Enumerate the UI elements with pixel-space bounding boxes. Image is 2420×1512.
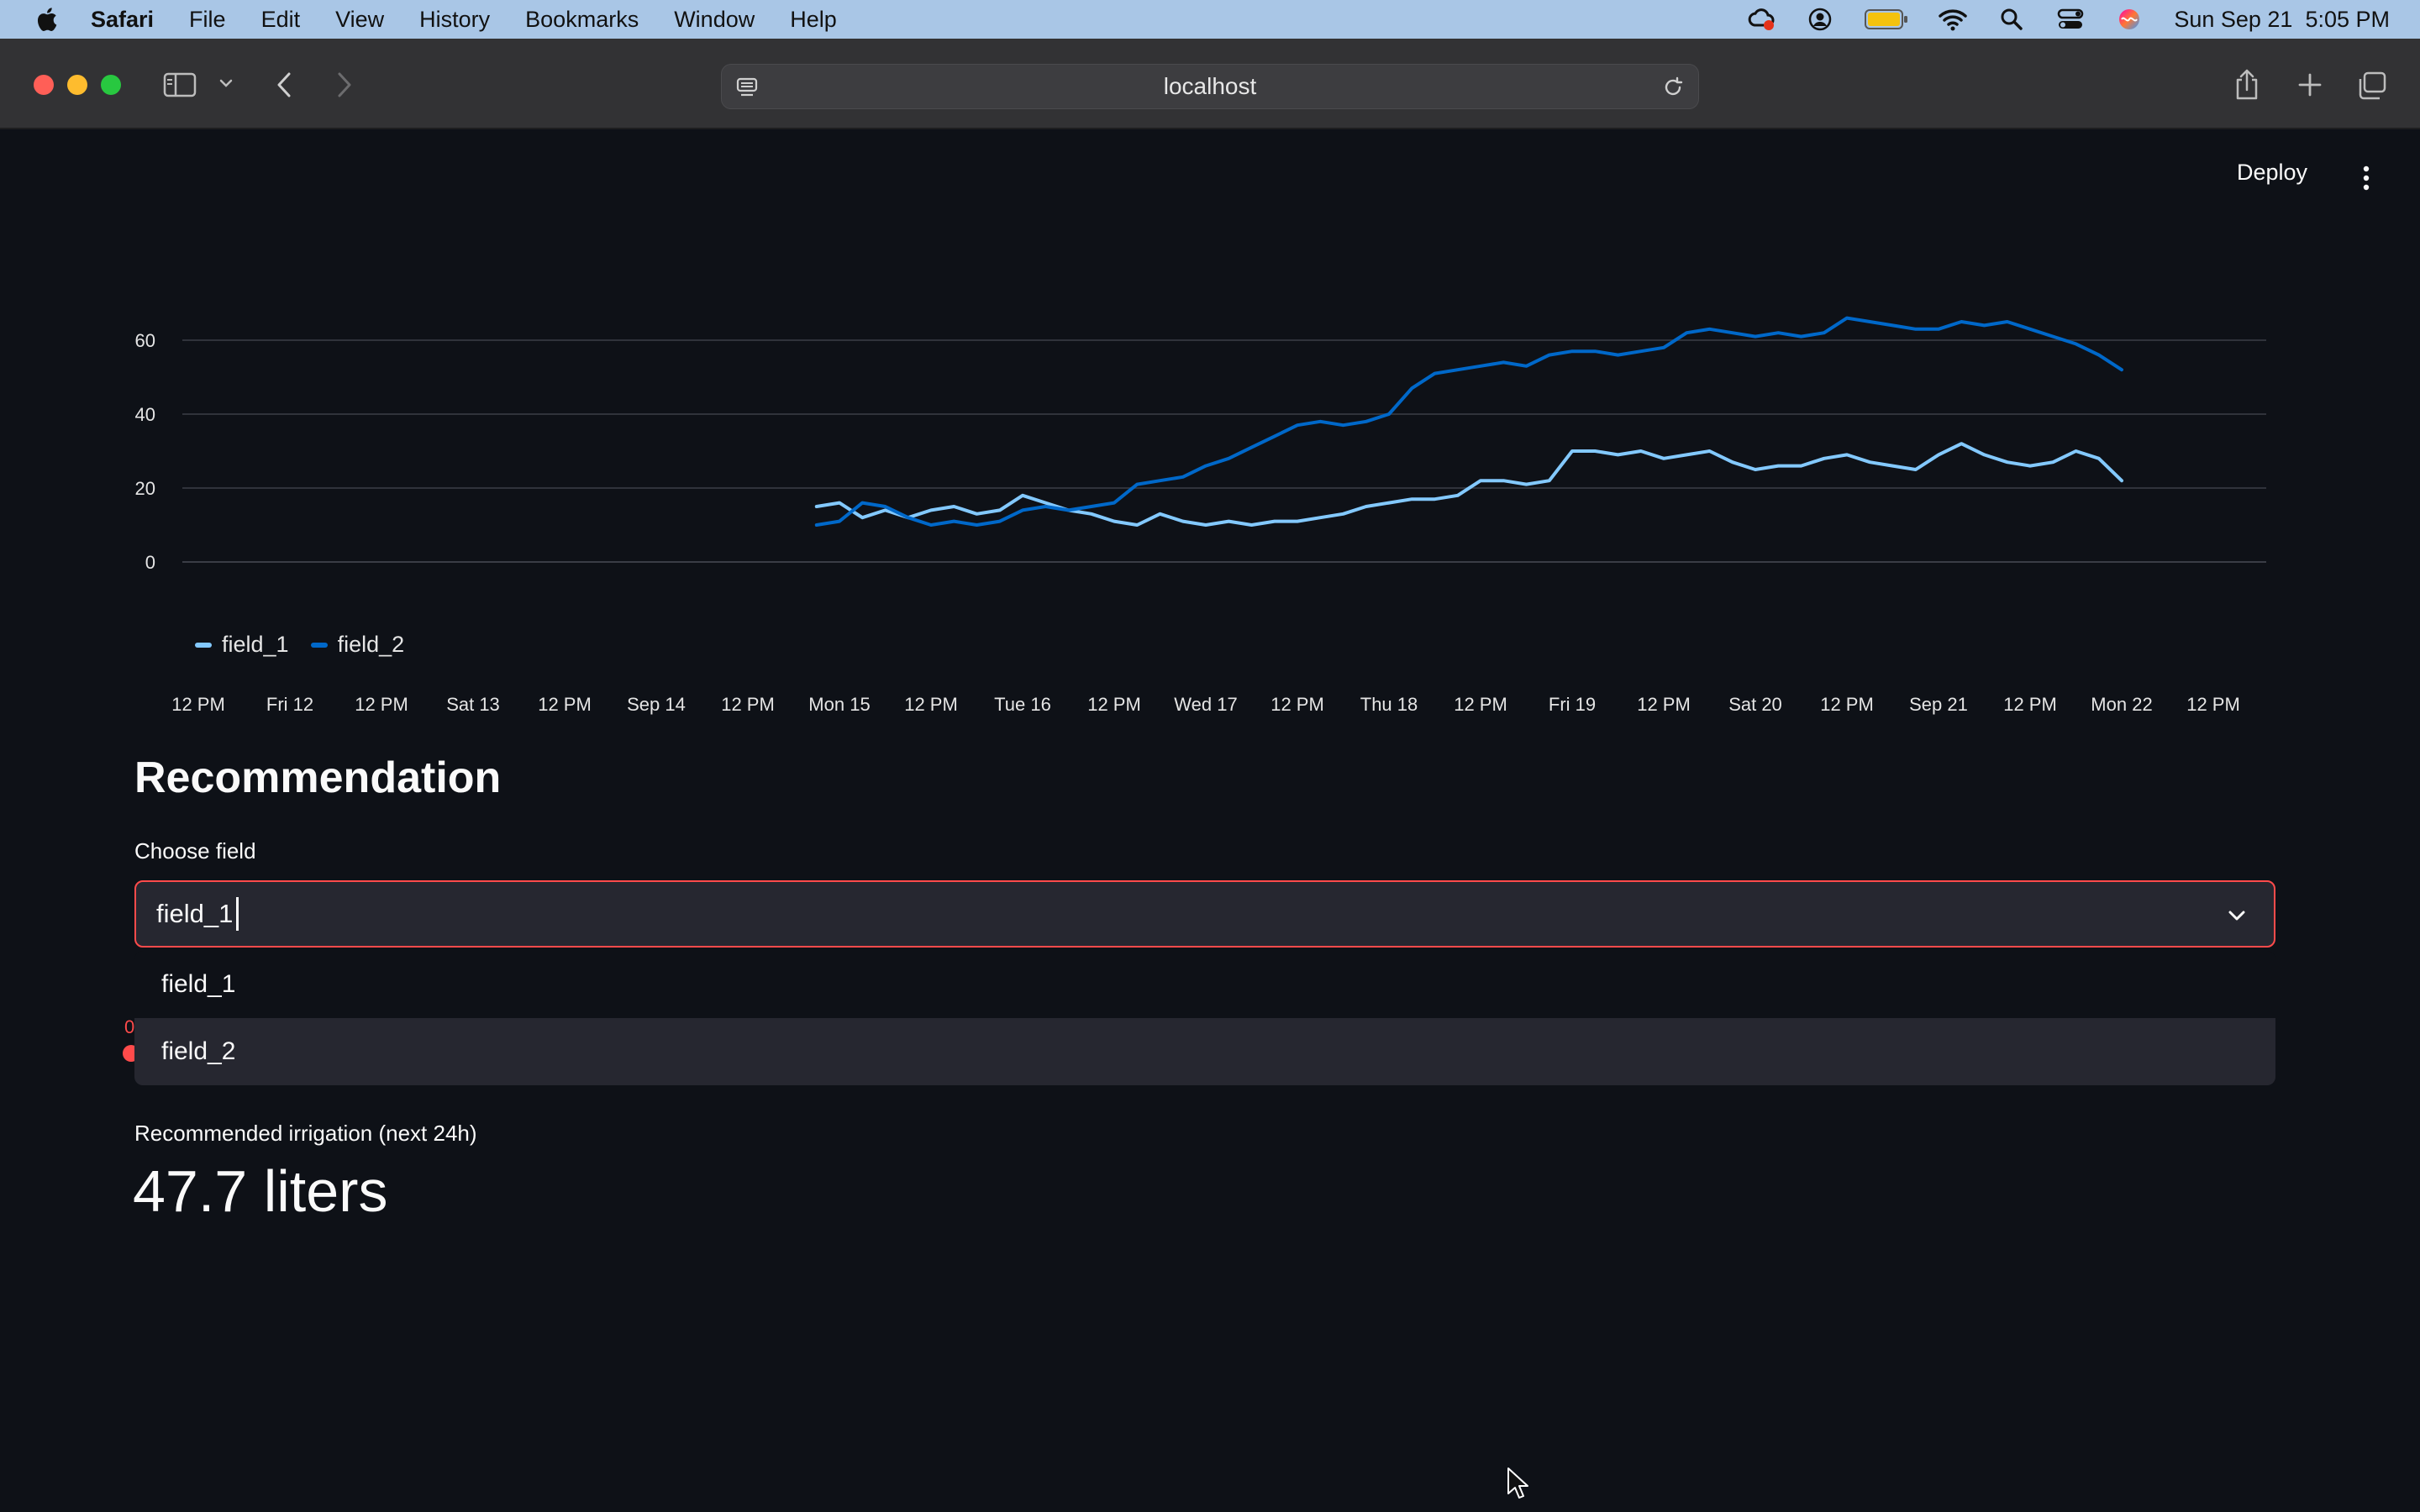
legend-label: field_1: [222, 632, 289, 657]
legend-label: field_2: [337, 632, 405, 657]
control-center-icon[interactable]: [2056, 7, 2085, 32]
metric-value: 47.7 liters: [133, 1158, 388, 1224]
x-tick-label: Tue 16: [994, 694, 1051, 715]
menu-history[interactable]: History: [419, 7, 490, 33]
x-tick-label: Sat 13: [446, 694, 500, 715]
chevron-down-icon[interactable]: [2223, 902, 2250, 929]
page-menu-icon[interactable]: [735, 76, 759, 99]
select-label: Choose field: [134, 838, 256, 864]
back-button[interactable]: [271, 69, 297, 101]
address-bar[interactable]: localhost: [721, 64, 1699, 109]
series-line-field-2[interactable]: [814, 316, 2123, 527]
x-tick-label: 12 PM: [1637, 694, 1691, 715]
y-tick-label: 0: [145, 552, 155, 573]
x-tick-label: 12 PM: [355, 694, 408, 715]
y-axis: 0 20 40 60: [135, 330, 155, 573]
chevron-down-icon: [219, 79, 233, 87]
main-menu-icon[interactable]: [2354, 165, 2378, 192]
menu-bar-extras: Sun Sep 21 5:05 PM: [1747, 0, 2390, 39]
section-heading: Recommendation: [134, 753, 502, 802]
x-tick-label: 12 PM: [1454, 694, 1507, 715]
x-tick-label: 12 PM: [1087, 694, 1141, 715]
mouse-pointer-icon: [1507, 1467, 1528, 1499]
x-tick-label: 12 PM: [2003, 694, 2057, 715]
x-tick-label: Mon 22: [2091, 694, 2152, 715]
legend-item-field-2[interactable]: field_2: [310, 632, 405, 658]
legend-swatch: [195, 642, 212, 648]
chart-legend: field_1 field_2: [195, 632, 404, 658]
select-dropdown-menu: field_1 field_2: [134, 951, 2275, 1085]
x-tick-label: Wed 17: [1174, 694, 1237, 715]
siri-icon[interactable]: [2115, 7, 2144, 32]
forward-button[interactable]: [331, 69, 358, 101]
x-tick-label: 12 PM: [538, 694, 592, 715]
deploy-button[interactable]: Deploy: [2237, 160, 2307, 186]
macos-menu-bar: Safari File Edit View History Bookmarks …: [0, 0, 2420, 39]
tab-groups-dropdown-button[interactable]: [217, 74, 235, 92]
line-chart: 0 20 40 60 12 PM Fri 12 12 PM Sat 13 12 PM Sep 1…: [135, 316, 2266, 715]
share-button[interactable]: [2232, 67, 2262, 102]
legend-item-field-1[interactable]: field_1: [195, 632, 289, 658]
x-tick-label: Sat 20: [1728, 694, 1782, 715]
text-cursor: [236, 897, 239, 931]
reload-icon[interactable]: [1661, 76, 1685, 99]
app-page: Deploy 0 20 40 60 12 PM Fri 12 12 PM Sat 13 12 …: [0, 131, 2420, 1512]
x-tick-label: Fri 19: [1549, 694, 1596, 715]
y-tick-label: 20: [135, 478, 155, 499]
menu-items: Safari File Edit View History Bookmarks …: [91, 0, 837, 39]
y-tick-label: 60: [135, 330, 155, 351]
share-icon: [2236, 69, 2258, 100]
select-input-text[interactable]: field_1: [156, 899, 233, 929]
x-tick-label: 12 PM: [1270, 694, 1324, 715]
x-tick-label: Sep 14: [627, 694, 686, 715]
spotlight-search-icon[interactable]: [1997, 7, 2026, 32]
url-text: localhost: [1163, 73, 1257, 99]
x-tick-label: 12 PM: [171, 694, 225, 715]
zoom-window-button[interactable]: [101, 75, 121, 95]
hidden-widget-text: 0: [124, 1016, 135, 1037]
menu-bookmarks[interactable]: Bookmarks: [525, 7, 639, 33]
x-tick-label: 12 PM: [721, 694, 775, 715]
x-tick-label: Thu 18: [1360, 694, 1418, 715]
new-tab-button[interactable]: [2296, 71, 2324, 99]
tab-overview-button[interactable]: [2356, 71, 2388, 101]
sidebar-icon: [163, 72, 197, 97]
series-line-field-1[interactable]: [814, 442, 2123, 527]
minimize-window-button[interactable]: [67, 75, 87, 95]
x-tick-label: Fri 12: [266, 694, 313, 715]
creative-cloud-icon[interactable]: [1747, 7, 1776, 32]
menu-bar-clock[interactable]: Sun Sep 21 5:05 PM: [2174, 7, 2390, 33]
x-tick-label: 12 PM: [904, 694, 958, 715]
select-option-field-2[interactable]: field_2: [134, 1018, 2275, 1085]
menu-view[interactable]: View: [335, 7, 384, 33]
metric-label: Recommended irrigation (next 24h): [134, 1121, 477, 1146]
chart-grid: [182, 339, 2266, 563]
user-account-icon[interactable]: [1806, 7, 1834, 32]
chevron-left-icon: [277, 72, 291, 97]
wifi-icon[interactable]: [1939, 7, 1968, 32]
y-tick-label: 40: [135, 404, 155, 425]
legend-swatch: [310, 642, 328, 648]
menu-file[interactable]: File: [189, 7, 226, 33]
menu-app-safari[interactable]: Safari: [91, 7, 154, 33]
sidebar-toggle-button[interactable]: [161, 71, 198, 99]
x-axis: 12 PM Fri 12 12 PM Sat 13 12 PM Sep 14 12 PM Mo…: [171, 694, 2240, 715]
x-tick-label: Mon 15: [808, 694, 870, 715]
x-tick-label: 12 PM: [2186, 694, 2240, 715]
menu-window[interactable]: Window: [674, 7, 755, 33]
tab-overview-icon: [2359, 71, 2386, 100]
apple-logo-icon[interactable]: [34, 6, 59, 33]
x-tick-label: 12 PM: [1820, 694, 1874, 715]
plus-icon: [2298, 73, 2322, 97]
menu-help[interactable]: Help: [790, 7, 837, 33]
field-select[interactable]: field_1: [134, 880, 2275, 948]
chart-series: [814, 316, 2123, 527]
select-option-field-1[interactable]: field_1: [134, 951, 2275, 1018]
x-tick-label: Sep 21: [1909, 694, 1968, 715]
menu-edit[interactable]: Edit: [261, 7, 301, 33]
battery-icon[interactable]: [1865, 7, 1908, 32]
close-window-button[interactable]: [34, 75, 54, 95]
chevron-right-icon: [338, 72, 351, 97]
